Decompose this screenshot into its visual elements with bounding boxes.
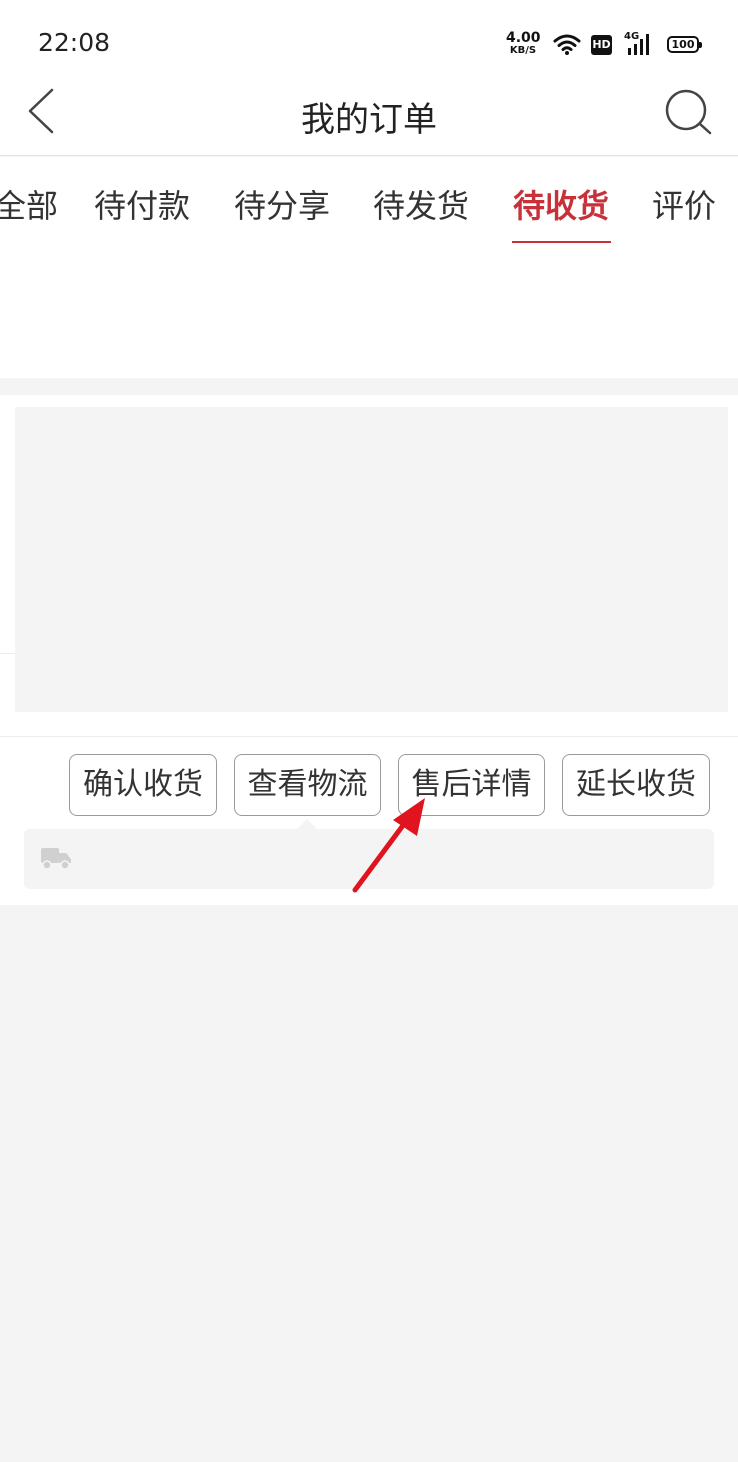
divider xyxy=(0,736,738,737)
active-tab-indicator xyxy=(512,241,611,243)
battery-icon: 100 xyxy=(667,36,702,53)
wifi-icon xyxy=(553,34,581,55)
network-speed-unit: KB/S xyxy=(509,45,537,56)
tab-review[interactable]: 评价 xyxy=(652,181,716,227)
extend-receipt-button[interactable]: 延长收货 xyxy=(562,754,710,816)
tooltip-pointer xyxy=(297,819,317,829)
network-speed: 4.00 KB/S xyxy=(506,30,541,56)
tab-pending-payment[interactable]: 待付款 xyxy=(94,181,190,227)
order-product-area[interactable] xyxy=(15,407,728,712)
status-bar: 22:08 4.00 KB/S HD 4G 100 xyxy=(0,0,738,88)
red-arrow-annotation xyxy=(352,798,425,893)
truck-icon xyxy=(41,848,71,870)
blank-banner-area xyxy=(0,247,738,378)
tab-all[interactable]: 全部 xyxy=(0,181,58,227)
order-status-tabs: 全部 待付款 待分享 待发货 待收货 评价 xyxy=(0,157,738,247)
signal-icon xyxy=(628,34,649,55)
status-time: 22:08 xyxy=(38,28,111,57)
tab-pending-shipment[interactable]: 待发货 xyxy=(373,181,469,227)
divider xyxy=(0,653,15,654)
page-title: 我的订单 xyxy=(301,100,437,140)
confirm-receipt-button[interactable]: 确认收货 xyxy=(69,754,217,816)
network-speed-value: 4.00 xyxy=(506,30,541,46)
hd-badge: HD xyxy=(591,35,612,55)
nav-bar: 我的订单 xyxy=(0,88,738,156)
search-icon[interactable] xyxy=(662,88,714,136)
tab-pending-share[interactable]: 待分享 xyxy=(234,181,330,227)
tab-pending-receipt[interactable]: 待收货 xyxy=(513,181,609,227)
